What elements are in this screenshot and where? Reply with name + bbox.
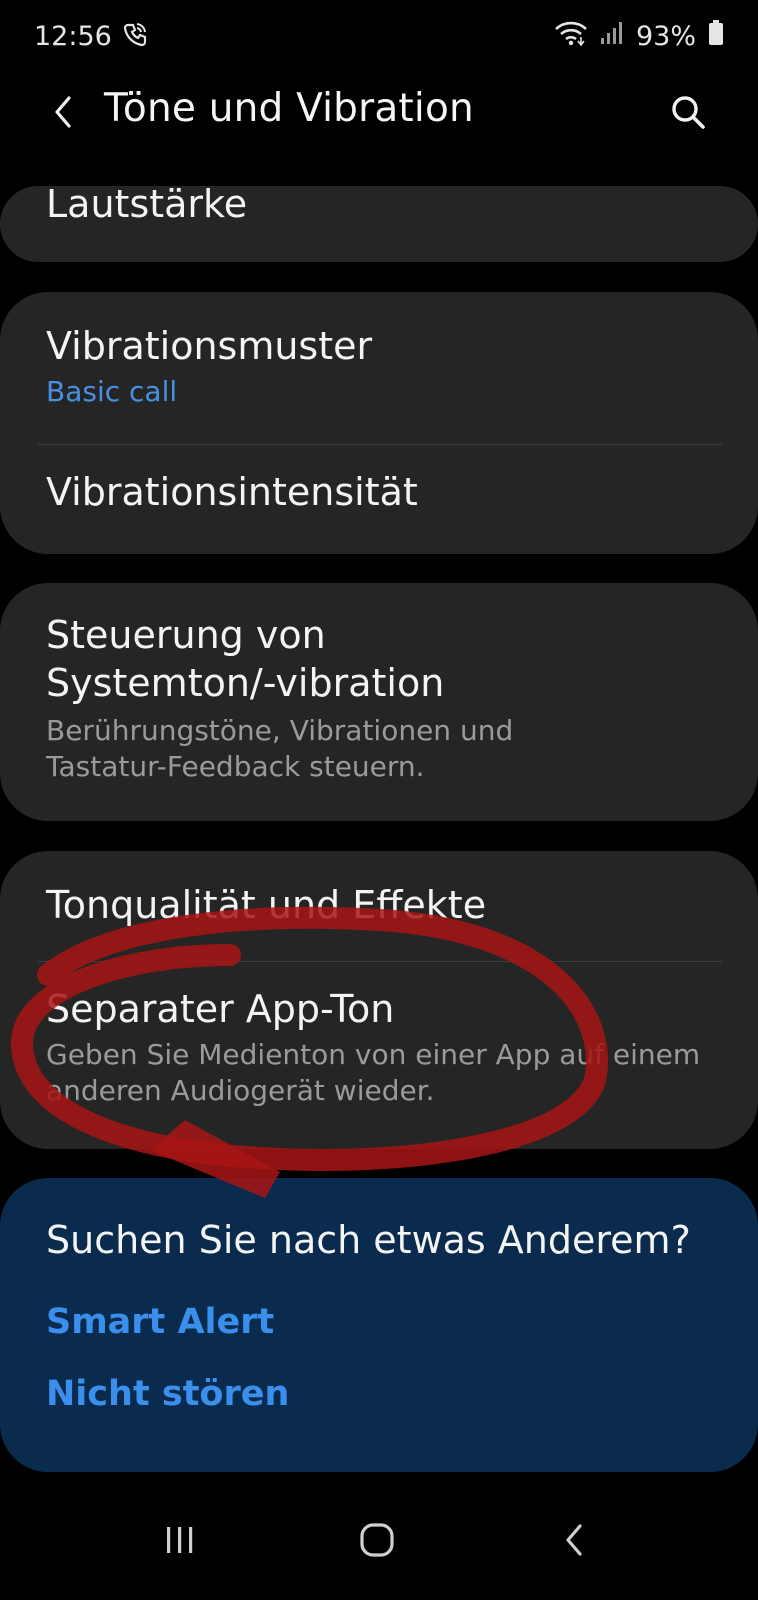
system-sound-card[interactable]: Steuerung von Systemton/-vibration Berüh… (0, 583, 758, 821)
system-sound-title-line2: Systemton/-vibration (46, 661, 445, 705)
divider (38, 444, 722, 445)
status-time: 12:56 (34, 20, 112, 52)
search-button[interactable] (662, 86, 714, 138)
recent-apps-icon (167, 1527, 193, 1553)
suggestions-card: Suchen Sie nach etwas Anderem? Smart Ale… (0, 1178, 758, 1472)
screen: 12:56 93% Töne und Vibration Lautstärke … (0, 0, 758, 1600)
volume-item[interactable]: Lautstärke (46, 180, 712, 228)
system-sound-item[interactable]: Steuerung von Systemton/-vibration Berüh… (46, 611, 712, 785)
system-sound-sub-line1: Berührungstöne, Vibrationen und (46, 714, 514, 747)
vibration-intensity-item[interactable]: Vibrationsintensität (46, 468, 712, 516)
separate-app-sound-sub-line2: anderen Audiogerät wieder. (46, 1074, 435, 1107)
vibration-pattern-title: Vibrationsmuster (46, 324, 373, 368)
separate-app-sound-sub-line1: Geben Sie Medienton von einer App auf ei… (46, 1038, 701, 1071)
app-bar: Töne und Vibration (0, 72, 758, 152)
page-title: Töne und Vibration (104, 86, 474, 131)
search-icon (672, 96, 705, 129)
battery-percent: 93% (635, 20, 696, 52)
home-button[interactable] (342, 1510, 412, 1570)
sound-quality-title: Tonqualität und Effekte (46, 883, 487, 927)
recent-apps-button[interactable] (145, 1510, 215, 1570)
back-button[interactable] (38, 86, 90, 138)
status-right: 93% (554, 19, 724, 54)
status-bar: 12:56 93% (0, 0, 758, 72)
signal-icon (600, 20, 624, 53)
divider (38, 961, 722, 962)
suggestions-title: Suchen Sie nach etwas Anderem? (46, 1218, 691, 1262)
vibration-pattern-item[interactable]: Vibrationsmuster Basic call (46, 322, 712, 410)
sound-quality-card: Tonqualität und Effekte Separater App-To… (0, 851, 758, 1149)
wifi-icon (554, 19, 588, 54)
vibration-pattern-value: Basic call (46, 375, 178, 408)
back-icon (566, 1524, 582, 1556)
home-icon (360, 1523, 394, 1557)
wifi-call-icon (122, 19, 150, 54)
vibration-card: Vibrationsmuster Basic call Vibrationsin… (0, 292, 758, 554)
volume-card[interactable]: Lautstärke (0, 182, 758, 262)
status-left: 12:56 (34, 19, 150, 54)
system-sound-title-line1: Steuerung von (46, 613, 326, 657)
separate-app-sound-item[interactable]: Separater App-Ton Geben Sie Medienton vo… (46, 985, 712, 1109)
back-arrow-icon (55, 96, 71, 128)
vibration-intensity-title: Vibrationsintensität (46, 470, 418, 514)
do-not-disturb-link[interactable]: Nicht stören (46, 1374, 289, 1414)
navigation-bar (0, 1490, 758, 1600)
sound-quality-item[interactable]: Tonqualität und Effekte (46, 881, 712, 929)
separate-app-sound-title: Separater App-Ton (46, 987, 395, 1031)
system-sound-sub-line2: Tastatur-Feedback steuern. (46, 750, 425, 783)
volume-title: Lautstärke (46, 182, 248, 226)
smart-alert-link[interactable]: Smart Alert (46, 1302, 274, 1342)
nav-back-button[interactable] (540, 1510, 610, 1570)
battery-icon (708, 19, 724, 54)
